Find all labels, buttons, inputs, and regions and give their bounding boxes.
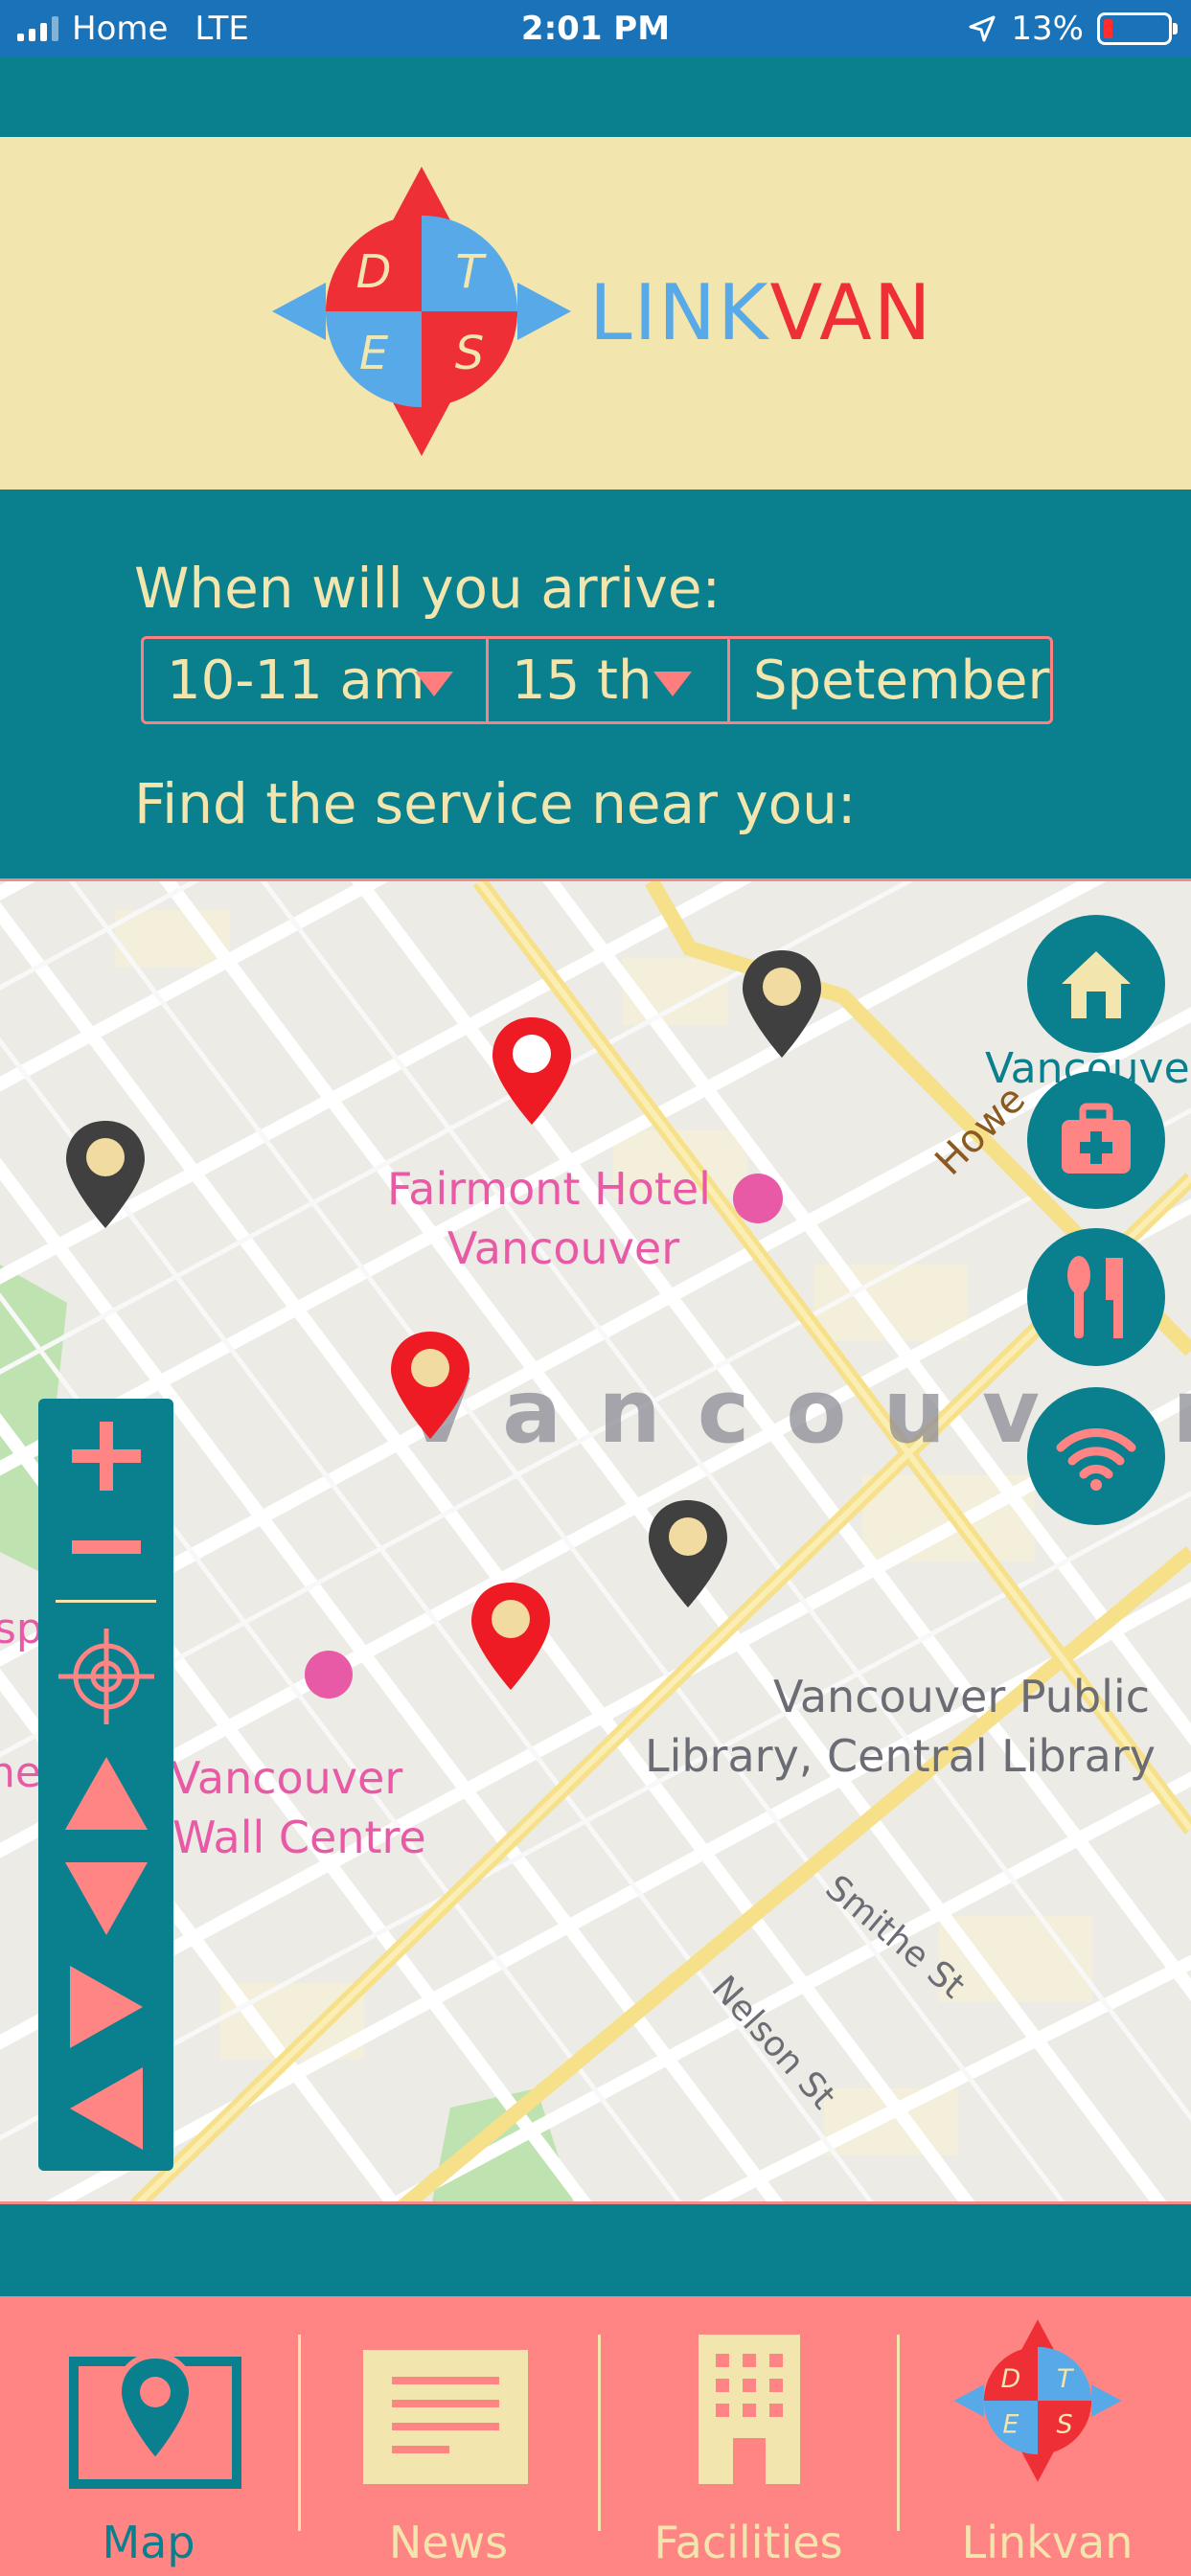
- news-icon: [363, 2350, 528, 2484]
- triangle-right-icon: [69, 1966, 143, 2048]
- locate-button[interactable]: [38, 1629, 173, 1724]
- map-label-wall-centre: Vancouver Wall Centre: [171, 1752, 426, 1863]
- map-label-library: Vancouver Public Library, Central Librar…: [644, 1671, 1156, 1782]
- brand-name: LINKVAN: [589, 268, 933, 357]
- day-dropdown[interactable]: 15 th: [486, 639, 727, 721]
- svg-text:E: E: [1002, 2410, 1019, 2440]
- crosshair-icon: [57, 1629, 154, 1724]
- building-icon: [699, 2335, 800, 2484]
- home-icon: [1062, 951, 1131, 1018]
- arrival-label: When will you arrive:: [134, 556, 721, 621]
- day-value: 15 th: [512, 649, 653, 712]
- map-label-he-edge: he: [0, 1748, 41, 1797]
- hotel-icon: [305, 1651, 353, 1698]
- nav-news[interactable]: News: [300, 2296, 597, 2576]
- time-slot-dropdown[interactable]: 10-11 am: [144, 639, 486, 721]
- month-dropdown[interactable]: Spetember: [727, 639, 1050, 721]
- svg-text:S: S: [455, 327, 484, 380]
- svg-text:D: D: [356, 245, 392, 299]
- control-divider: [56, 1600, 156, 1603]
- minus-icon: [71, 1540, 141, 1554]
- triangle-up-icon: [64, 1757, 148, 1830]
- status-bar: Home LTE 2:01 PM 13%: [0, 0, 1191, 57]
- pan-up-button[interactable]: [38, 1755, 173, 1832]
- svg-text:D: D: [1001, 2364, 1021, 2394]
- location-arrow-icon: [969, 15, 996, 42]
- linkvan-logo-icon: D T E S: [953, 2319, 1122, 2482]
- pan-down-button[interactable]: [38, 1860, 173, 1937]
- nav-label: News: [388, 2517, 509, 2568]
- nav-facilities[interactable]: Facilities: [600, 2296, 897, 2576]
- battery-percent: 13%: [1011, 10, 1084, 48]
- medical-kit-icon: [1062, 1103, 1131, 1174]
- bottom-nav: Map News Facilities D T E S Linkvan: [0, 2296, 1191, 2576]
- nav-label: Map: [102, 2517, 195, 2568]
- nav-label: Facilities: [653, 2517, 843, 2568]
- map-label-sp-edge: sp: [0, 1605, 43, 1653]
- map-pin-grey[interactable]: [739, 946, 825, 1061]
- wifi-button[interactable]: [1027, 1387, 1165, 1525]
- chevron-down-icon: [415, 672, 453, 696]
- svg-text:T: T: [1057, 2364, 1075, 2394]
- find-service-label: Find the service near you:: [134, 771, 857, 836]
- month-value: Spetember: [753, 649, 1050, 712]
- map-pin-grey[interactable]: [62, 1117, 149, 1232]
- triangle-left-icon: [69, 2067, 143, 2150]
- nav-linkvan[interactable]: D T E S Linkvan: [899, 2296, 1191, 2576]
- map-pin-grey[interactable]: [645, 1496, 731, 1611]
- map-view[interactable]: Fairmont Hotel Vancouver Vancouver Vanco…: [0, 878, 1191, 2204]
- map-pin-red[interactable]: [468, 1579, 554, 1694]
- chevron-down-icon: [653, 672, 692, 696]
- medical-button[interactable]: [1027, 1071, 1165, 1209]
- map-control-panel: [38, 1399, 173, 2171]
- zoom-in-button[interactable]: [38, 1418, 173, 1494]
- svg-text:S: S: [1057, 2410, 1073, 2440]
- wifi-icon: [1056, 1428, 1136, 1491]
- hotel-icon: [733, 1174, 783, 1223]
- nav-label: Linkvan: [961, 2517, 1134, 2568]
- status-right: 13%: [967, 10, 1178, 48]
- svg-text:T: T: [455, 245, 487, 299]
- battery-icon: [1097, 12, 1178, 45]
- svg-text:E: E: [359, 327, 389, 380]
- food-icon: [1067, 1256, 1123, 1338]
- arrival-pickers: 10-11 am 15 th Spetember: [141, 636, 1053, 724]
- home-button[interactable]: [1027, 915, 1165, 1053]
- triangle-down-icon: [64, 1862, 148, 1935]
- nav-map[interactable]: Map: [0, 2296, 297, 2576]
- map-pin-icon: [69, 2352, 241, 2489]
- zoom-out-button[interactable]: [38, 1528, 173, 1566]
- map-pin-red[interactable]: [387, 1328, 473, 1443]
- map-pin-red[interactable]: [489, 1014, 575, 1128]
- plus-icon: [71, 1422, 141, 1491]
- linkvan-logo: D T E S: [272, 167, 571, 456]
- map-label-fairmont: Fairmont Hotel Vancouver: [387, 1163, 711, 1274]
- food-button[interactable]: [1027, 1228, 1165, 1366]
- pan-right-button[interactable]: [38, 1964, 173, 2050]
- pan-left-button[interactable]: [38, 2065, 173, 2152]
- time-slot-value: 10-11 am: [167, 649, 425, 712]
